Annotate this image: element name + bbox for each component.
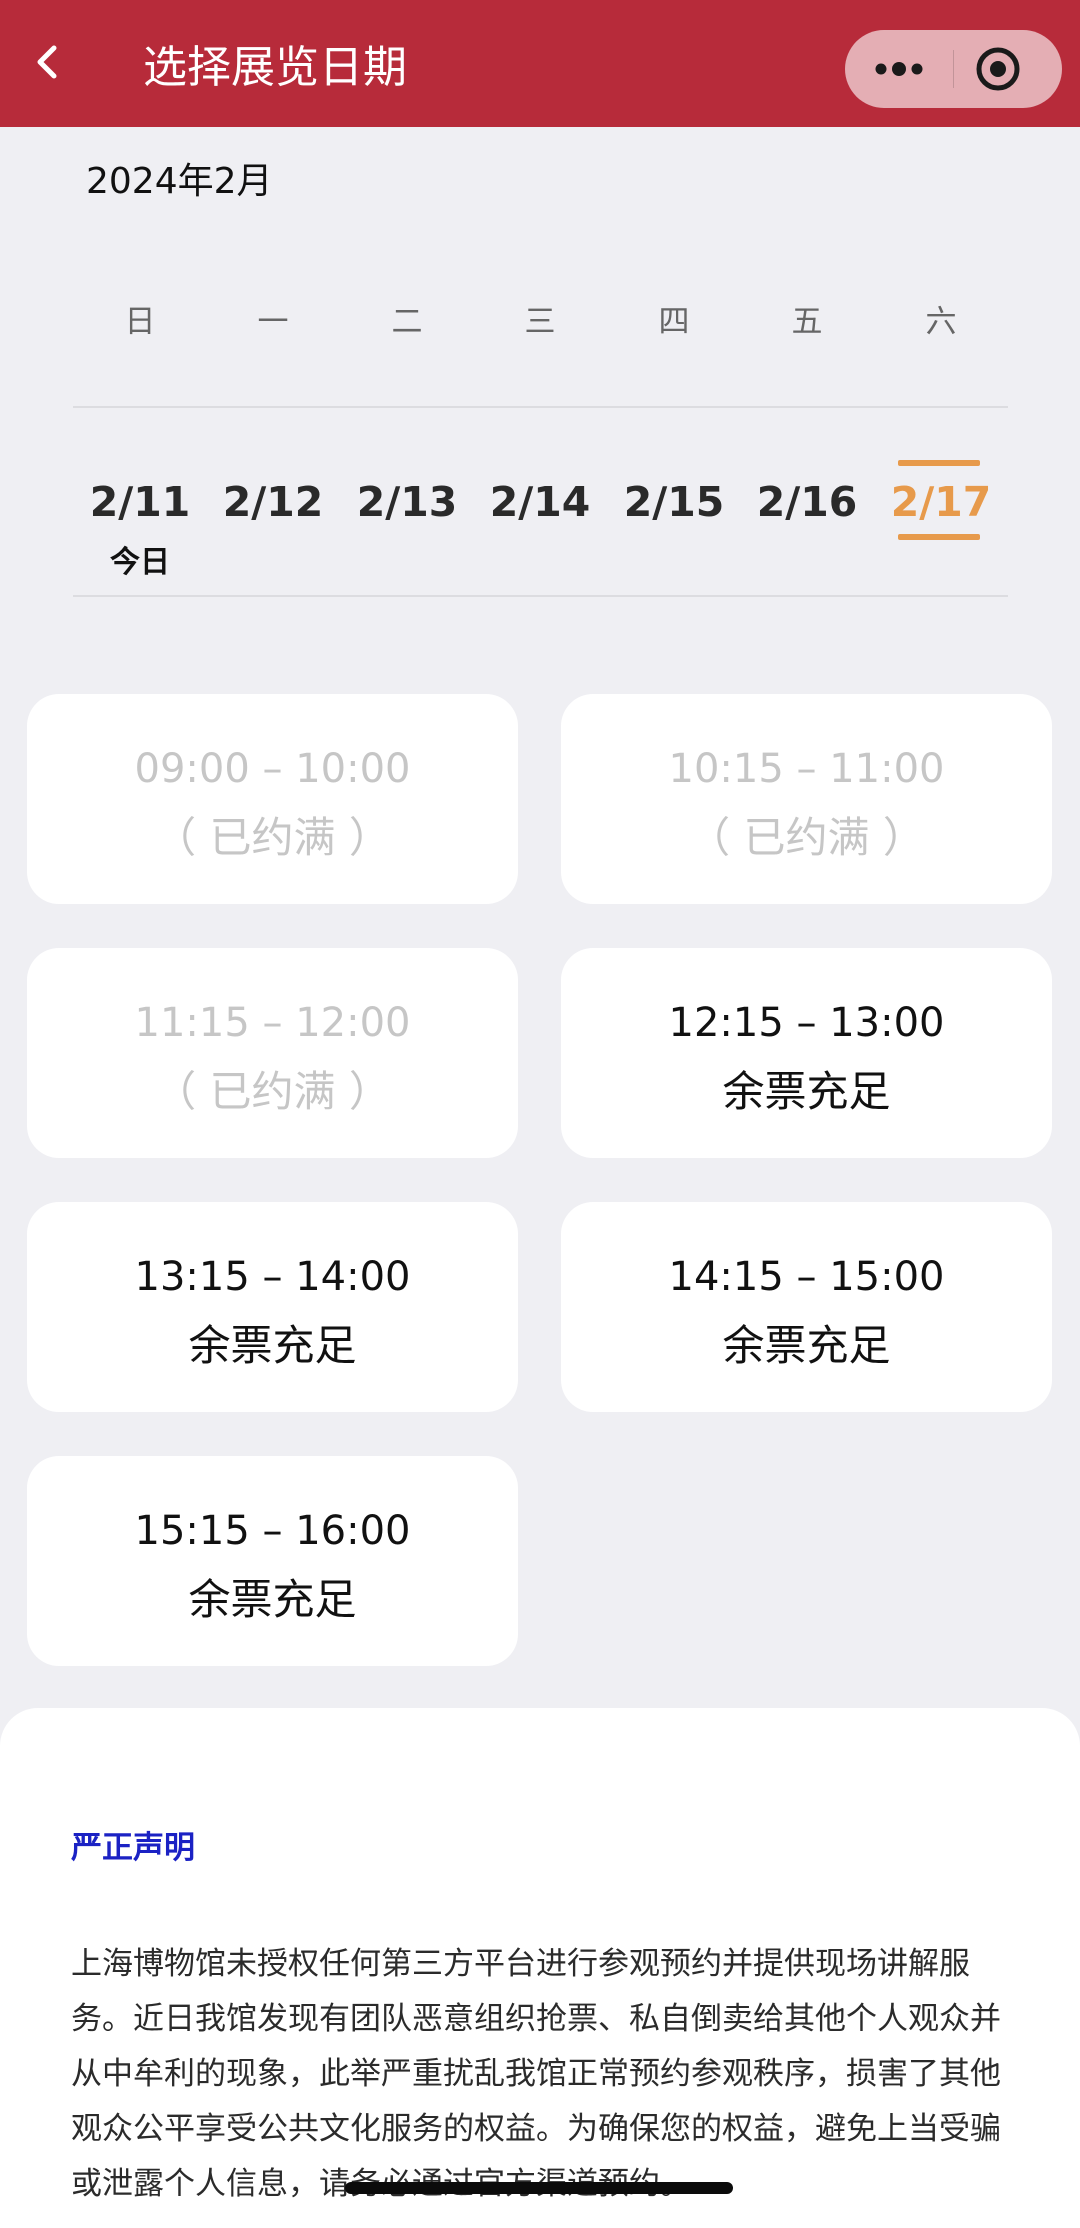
home-indicator[interactable] bbox=[345, 2182, 733, 2194]
slot-status: 余票充足 bbox=[188, 1321, 357, 1370]
weekday-wed: 三 bbox=[524, 304, 556, 340]
time-slot-card[interactable]: 15:15 – 16:00 余票充足 bbox=[27, 1456, 518, 1666]
date-cell-selected[interactable]: 2/17 bbox=[874, 477, 1008, 527]
time-slot-card[interactable]: 09:00 – 10:00 （ 已约满 ） bbox=[27, 694, 518, 904]
slot-status: 余票充足 bbox=[188, 1575, 357, 1624]
date-cell[interactable]: 2/11 bbox=[73, 477, 207, 527]
weekday-tue: 二 bbox=[391, 304, 423, 340]
weekday-thu: 四 bbox=[658, 304, 690, 340]
header-bar: 选择展览日期 bbox=[0, 0, 1080, 127]
selected-marker-top bbox=[898, 460, 980, 466]
time-slot-card[interactable]: 14:15 – 15:00 余票充足 bbox=[561, 1202, 1052, 1412]
time-slot-card[interactable]: 13:15 – 14:00 余票充足 bbox=[27, 1202, 518, 1412]
slot-status: （ 已约满 ） bbox=[688, 813, 925, 862]
selected-marker-bottom bbox=[898, 534, 980, 540]
slot-time: 14:15 – 15:00 bbox=[668, 1254, 945, 1300]
page-title: 选择展览日期 bbox=[143, 42, 407, 93]
date-cell[interactable]: 2/12 bbox=[206, 477, 340, 527]
more-dots-icon[interactable] bbox=[845, 30, 953, 108]
weekday-sun: 日 bbox=[124, 304, 156, 340]
date-cell[interactable]: 2/15 bbox=[607, 477, 741, 527]
slot-time: 11:15 – 12:00 bbox=[134, 1000, 411, 1046]
slot-status: 余票充足 bbox=[722, 1321, 891, 1370]
calendar-divider-top bbox=[73, 406, 1008, 408]
calendar-divider-bottom bbox=[73, 595, 1008, 597]
weekday-sat: 六 bbox=[925, 304, 957, 340]
mini-program-capsule bbox=[845, 30, 1062, 108]
today-label: 今日 bbox=[110, 545, 170, 580]
time-slot-card[interactable]: 11:15 – 12:00 （ 已约满 ） bbox=[27, 948, 518, 1158]
slot-status: （ 已约满 ） bbox=[154, 1067, 391, 1116]
slot-time: 12:15 – 13:00 bbox=[668, 1000, 945, 1046]
slot-time: 13:15 – 14:00 bbox=[134, 1254, 411, 1300]
slot-time: 15:15 – 16:00 bbox=[134, 1508, 411, 1554]
month-label: 2024年2月 bbox=[86, 161, 273, 202]
target-circle-icon[interactable] bbox=[954, 30, 1062, 108]
date-cell[interactable]: 2/14 bbox=[473, 477, 607, 527]
slot-status: （ 已约满 ） bbox=[154, 813, 391, 862]
slot-time: 10:15 – 11:00 bbox=[668, 746, 945, 792]
chevron-left-icon[interactable] bbox=[26, 40, 70, 84]
weekday-mon: 一 bbox=[257, 304, 289, 340]
weekday-fri: 五 bbox=[791, 304, 823, 340]
time-slot-card[interactable]: 10:15 – 11:00 （ 已约满 ） bbox=[561, 694, 1052, 904]
notice-panel: 严正声明 上海博物馆未授权任何第三方平台进行参观预约并提供现场讲解服务。近日我馆… bbox=[0, 1708, 1080, 2228]
slot-time: 09:00 – 10:00 bbox=[134, 746, 411, 792]
notice-body: 上海博物馆未授权任何第三方平台进行参观预约并提供现场讲解服务。近日我馆发现有团队… bbox=[71, 1946, 1001, 2202]
date-cell[interactable]: 2/16 bbox=[740, 477, 874, 527]
time-slot-card[interactable]: 12:15 – 13:00 余票充足 bbox=[561, 948, 1052, 1158]
date-cell[interactable]: 2/13 bbox=[340, 477, 474, 527]
notice-title: 严正声明 bbox=[71, 1830, 195, 1866]
slot-status: 余票充足 bbox=[722, 1067, 891, 1116]
